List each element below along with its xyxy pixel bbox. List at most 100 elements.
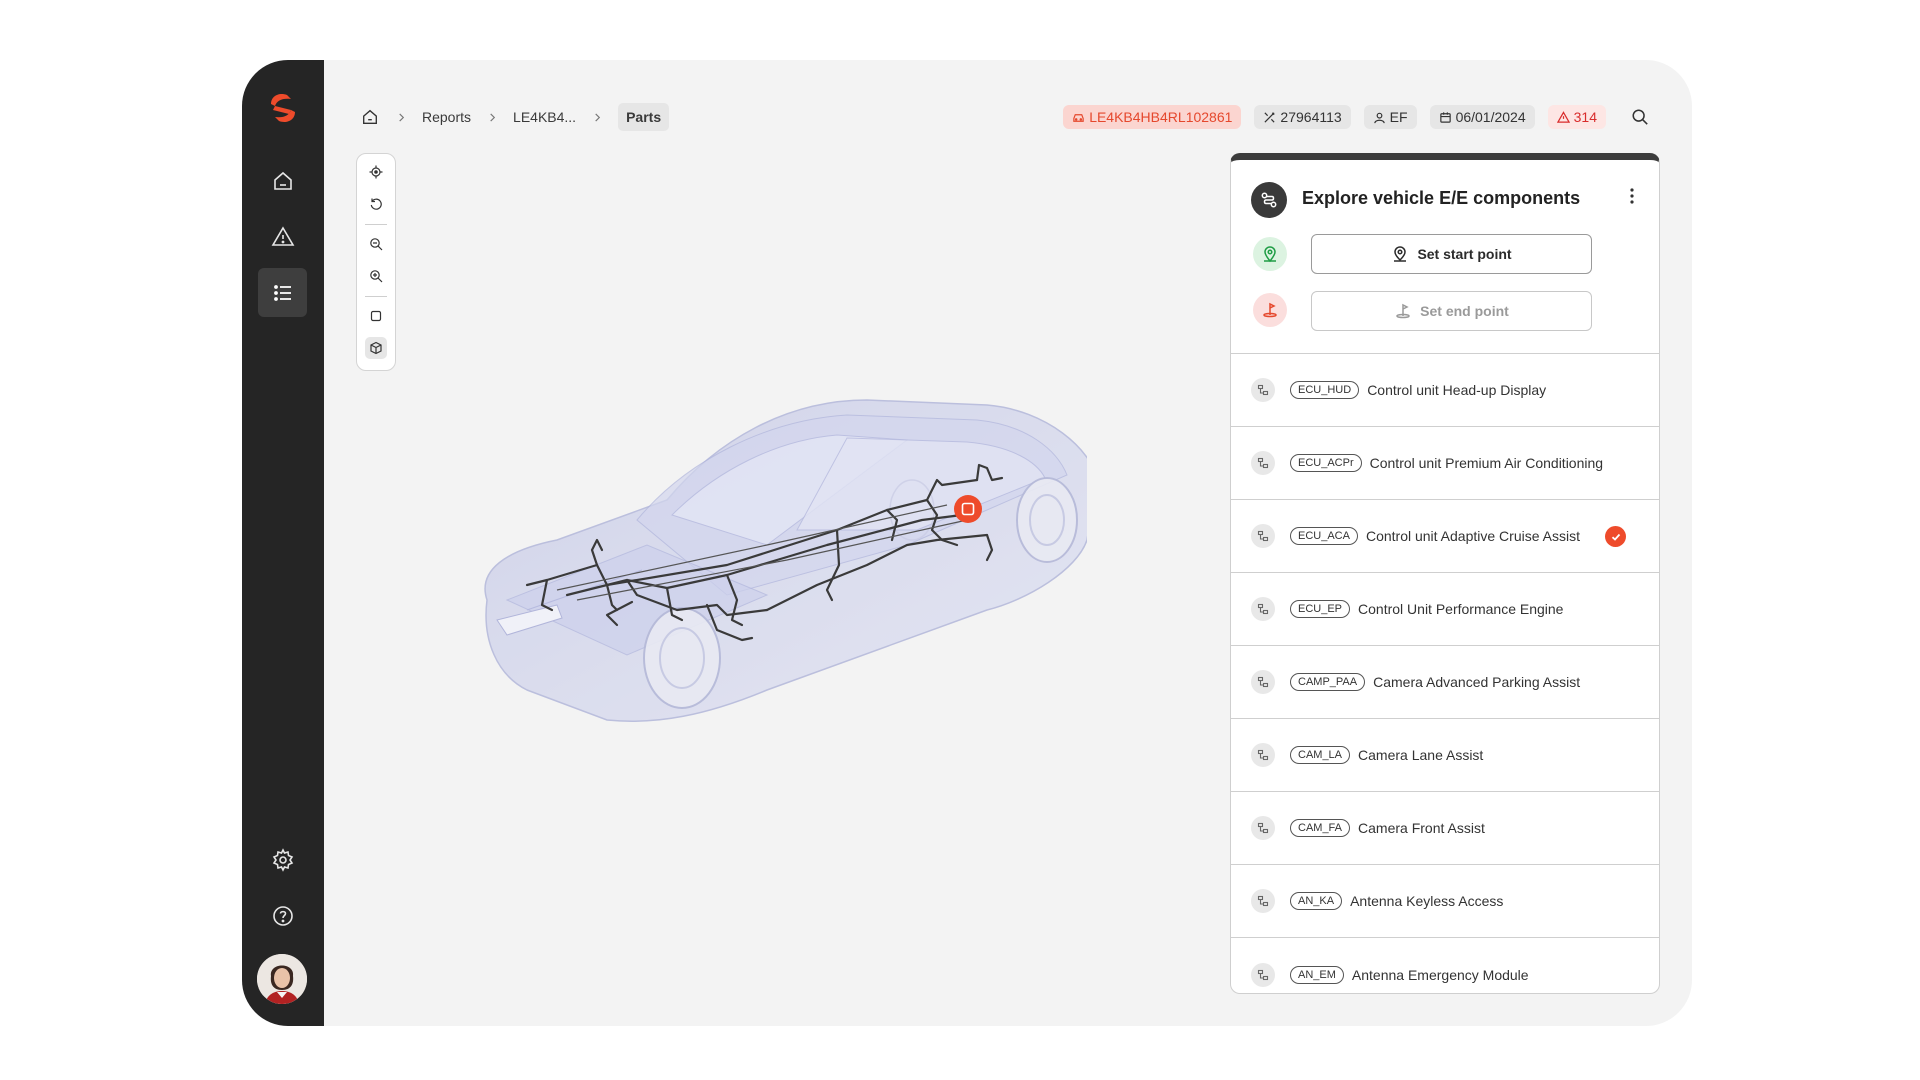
help-nav-button[interactable] bbox=[258, 891, 307, 940]
component-type-icon bbox=[1251, 597, 1275, 621]
zoom-out-icon bbox=[370, 238, 383, 251]
toolbar-divider bbox=[365, 296, 387, 297]
toolbar-divider bbox=[365, 224, 387, 225]
component-name: Camera Advanced Parking Assist bbox=[1373, 674, 1581, 690]
user-badge[interactable]: EF bbox=[1363, 105, 1417, 129]
flag-pin-icon bbox=[1263, 302, 1277, 318]
component-code: AN_KA bbox=[1290, 892, 1343, 910]
zoom-in-button[interactable] bbox=[365, 265, 387, 287]
gear-icon bbox=[272, 847, 293, 872]
brand-logo-icon[interactable] bbox=[265, 90, 301, 126]
chevron-right-icon bbox=[485, 112, 499, 122]
components-panel: Explore vehicle E/E components Set start… bbox=[1230, 153, 1660, 994]
component-name: Antenna Emergency Module bbox=[1351, 966, 1529, 983]
component-code: ECU_ACA bbox=[1290, 527, 1358, 545]
component-item[interactable]: CAM_FA Camera Front Assist bbox=[1231, 792, 1659, 865]
breadcrumb-reports[interactable]: Reports bbox=[422, 109, 471, 125]
square-icon bbox=[370, 310, 382, 322]
car-icon bbox=[1073, 113, 1084, 122]
alerts-count: 314 bbox=[1573, 109, 1597, 125]
list-icon bbox=[273, 284, 291, 301]
vehicle-info-chips: LE4KB4HB4RL102861 27964113 EF 06/01/2024 bbox=[1063, 103, 1606, 131]
set-end-point-button[interactable]: Set end point bbox=[1311, 291, 1592, 331]
check-icon bbox=[1605, 526, 1626, 547]
component-code: ECU_EP bbox=[1290, 600, 1351, 618]
vin-badge[interactable]: LE4KB4HB4RL102861 bbox=[1063, 105, 1242, 129]
component-code: ECU_HUD bbox=[1290, 381, 1360, 399]
cube-icon bbox=[370, 341, 382, 355]
top-bar: Reports LE4KB4... Parts LE4KB4HB4RL10286… bbox=[360, 103, 1652, 131]
start-point-marker bbox=[1253, 237, 1287, 271]
order-id-text: 27964113 bbox=[1280, 109, 1342, 125]
end-point-marker bbox=[1253, 293, 1287, 327]
avatar[interactable] bbox=[257, 954, 307, 1004]
warning-icon bbox=[271, 225, 294, 246]
home-icon bbox=[363, 109, 377, 124]
reports-nav-button[interactable] bbox=[258, 268, 307, 317]
component-item[interactable]: ECU_EP Control Unit Performance Engine bbox=[1231, 573, 1659, 646]
component-name: Control unit Head-up Display bbox=[1367, 382, 1547, 398]
component-type-icon bbox=[1251, 378, 1275, 402]
rotate-icon bbox=[370, 198, 382, 210]
help-icon bbox=[272, 905, 293, 926]
3d-view-button[interactable] bbox=[365, 337, 387, 359]
chevron-right-icon bbox=[590, 112, 604, 122]
set-end-point-label: Set end point bbox=[1420, 303, 1509, 319]
component-name: Control unit Premium Air Conditioning bbox=[1369, 455, 1604, 471]
search-icon bbox=[1632, 109, 1648, 125]
vin-text: LE4KB4HB4RL102861 bbox=[1089, 109, 1233, 125]
chevron-right-icon bbox=[394, 112, 408, 122]
reset-view-button[interactable] bbox=[365, 193, 387, 215]
route-icon bbox=[1251, 182, 1287, 218]
date-text: 06/01/2024 bbox=[1455, 109, 1526, 125]
component-type-icon bbox=[1251, 889, 1275, 913]
component-item[interactable]: ECU_HUD Control unit Head-up Display bbox=[1231, 354, 1659, 427]
location-pin-icon bbox=[1264, 246, 1276, 263]
component-item[interactable]: ECU_ACPr Control unit Premium Air Condit… bbox=[1231, 427, 1659, 500]
vehicle-3d-model[interactable] bbox=[467, 370, 1087, 790]
date-badge[interactable]: 06/01/2024 bbox=[1429, 105, 1535, 129]
component-item[interactable]: CAM_LA Camera Lane Assist bbox=[1231, 719, 1659, 792]
recenter-button[interactable] bbox=[365, 161, 387, 183]
app-window: Reports LE4KB4... Parts LE4KB4HB4RL10286… bbox=[242, 60, 1692, 1026]
search-button[interactable] bbox=[1628, 105, 1652, 129]
component-name: Control Unit Performance Engine bbox=[1358, 601, 1564, 617]
2d-view-button[interactable] bbox=[365, 305, 387, 327]
home-icon bbox=[273, 171, 292, 190]
breadcrumb-vehicle[interactable]: LE4KB4... bbox=[513, 109, 576, 125]
calendar-icon bbox=[1439, 111, 1451, 123]
set-start-point-label: Set start point bbox=[1417, 246, 1512, 262]
alerts-badge[interactable]: 314 bbox=[1547, 105, 1606, 129]
order-badge[interactable]: 27964113 bbox=[1254, 105, 1351, 129]
component-item[interactable]: CAMP_PAA Camera Advanced Parking Assist bbox=[1231, 646, 1659, 719]
component-type-icon bbox=[1251, 816, 1275, 840]
flag-pin-icon bbox=[1396, 303, 1410, 319]
zoom-in-icon bbox=[370, 270, 383, 283]
settings-nav-button[interactable] bbox=[258, 835, 307, 884]
zoom-out-button[interactable] bbox=[365, 233, 387, 255]
set-start-point-button[interactable]: Set start point bbox=[1311, 234, 1592, 274]
component-name: Control unit Adaptive Cruise Assist bbox=[1365, 528, 1580, 544]
viewer-toolbar bbox=[356, 153, 396, 371]
breadcrumb-current: Parts bbox=[618, 103, 670, 131]
selected-component-marker[interactable] bbox=[954, 495, 982, 523]
more-vertical-icon bbox=[1630, 188, 1634, 204]
component-code: ECU_ACPr bbox=[1290, 454, 1362, 472]
crosshair-icon bbox=[369, 165, 383, 179]
component-name: Antenna Keyless Access bbox=[1350, 893, 1504, 909]
breadcrumb-home[interactable] bbox=[360, 107, 380, 127]
sidebar bbox=[242, 60, 324, 1026]
component-code: CAM_FA bbox=[1290, 819, 1351, 837]
location-pin-icon bbox=[1394, 246, 1407, 262]
alerts-nav-button[interactable] bbox=[258, 212, 307, 261]
component-item[interactable]: AN_KA Antenna Keyless Access bbox=[1231, 865, 1659, 938]
component-code: CAM_LA bbox=[1290, 746, 1351, 764]
component-item-selected[interactable]: ECU_ACA Control unit Adaptive Cruise Ass… bbox=[1231, 500, 1659, 573]
component-type-icon bbox=[1251, 743, 1275, 767]
technician-icon bbox=[1373, 112, 1385, 123]
component-item[interactable]: AN_EM Antenna Emergency Module bbox=[1231, 938, 1659, 993]
user-initials: EF bbox=[1389, 109, 1408, 125]
panel-title: Explore vehicle E/E components bbox=[1302, 188, 1581, 208]
home-nav-button[interactable] bbox=[258, 156, 307, 205]
more-options-button[interactable] bbox=[1623, 184, 1641, 208]
